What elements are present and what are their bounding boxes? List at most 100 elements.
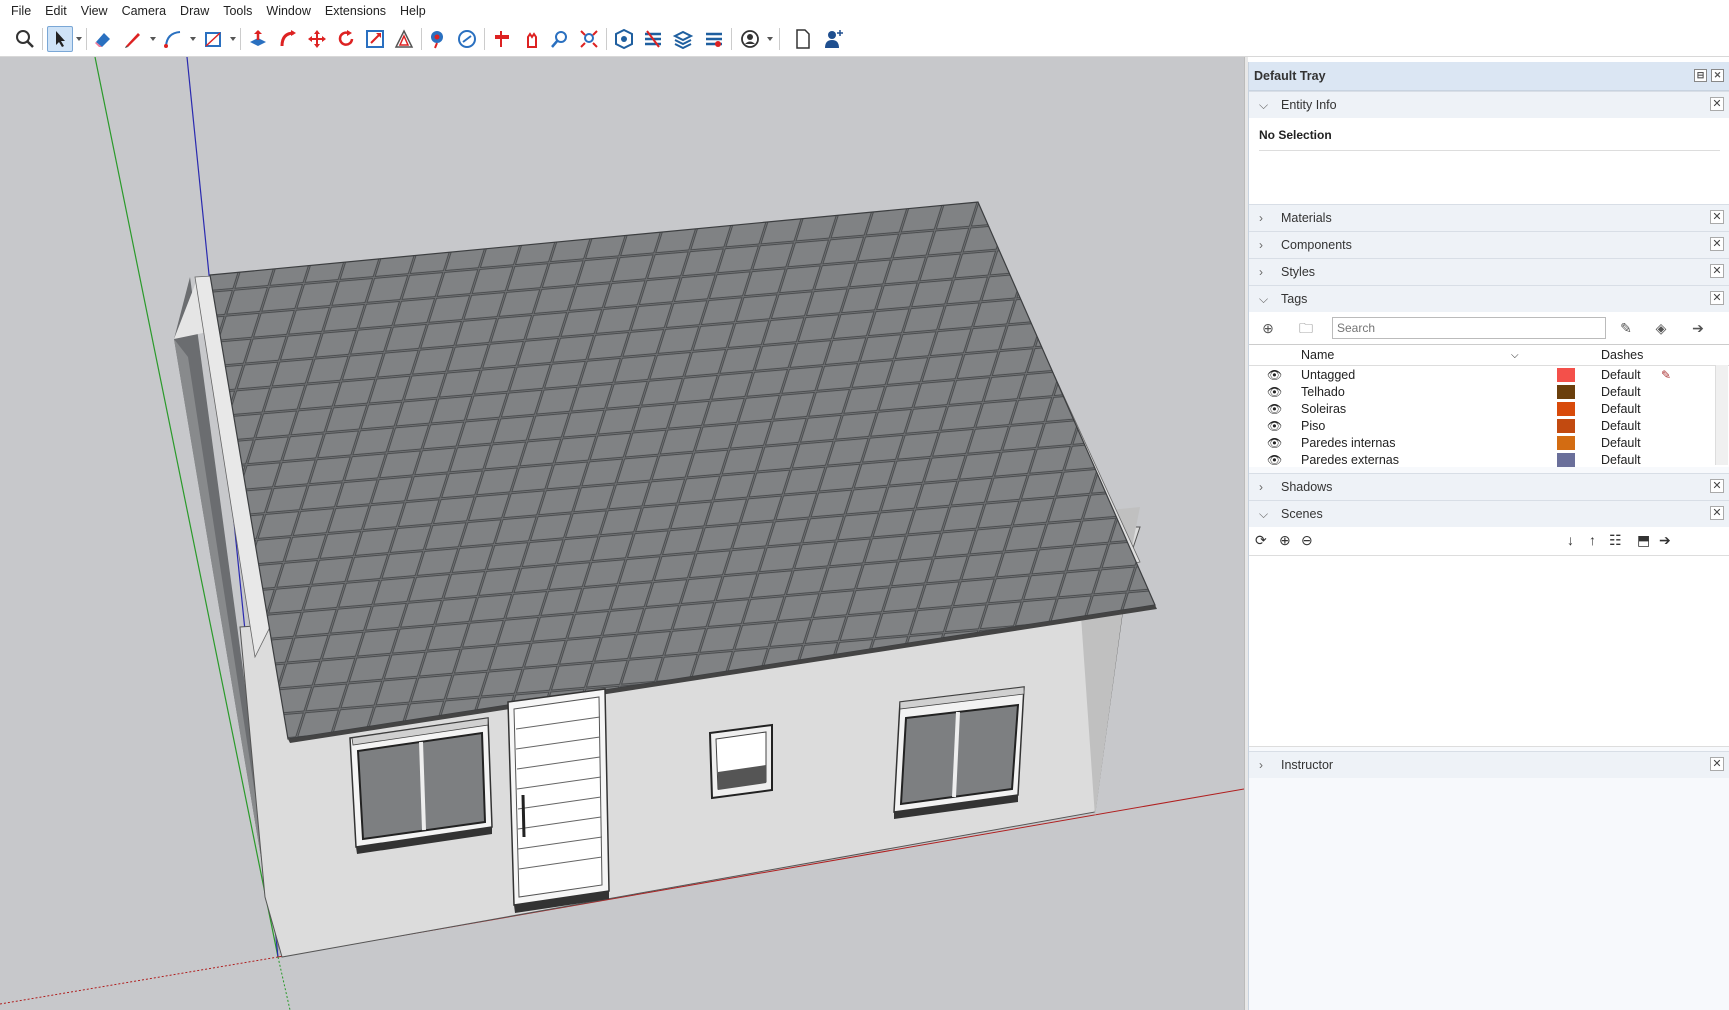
tag-color-swatch[interactable] — [1557, 384, 1575, 399]
details-arrow-icon[interactable]: ➔ — [1659, 532, 1671, 549]
close-icon[interactable]: ✕ — [1710, 291, 1724, 305]
view-options-icon[interactable]: ☷ — [1609, 532, 1622, 549]
panel-styles[interactable]: › Styles ✕ — [1249, 258, 1729, 285]
close-icon[interactable]: ✕ — [1710, 237, 1724, 251]
menu-camera[interactable]: Camera — [115, 0, 173, 22]
panel-instructor[interactable]: › Instructor ✕ — [1249, 751, 1729, 778]
menu-help[interactable]: Help — [393, 0, 433, 22]
tag-dashes[interactable]: Default — [1601, 453, 1641, 467]
visibility-eye-icon[interactable]: 👁 — [1267, 436, 1282, 450]
walk-icon[interactable] — [518, 26, 544, 52]
tag-name[interactable]: Untagged — [1301, 368, 1355, 382]
tag-name[interactable]: Paredes externas — [1301, 453, 1399, 467]
visibility-eye-icon[interactable]: 👁 — [1267, 368, 1282, 382]
layout-send-icon[interactable] — [670, 26, 696, 52]
remove-scene-icon[interactable]: ⊖ — [1301, 532, 1313, 549]
move-up-icon[interactable]: ↑ — [1589, 532, 1596, 548]
search-icon[interactable] — [12, 26, 38, 52]
close-icon[interactable]: ✕ — [1711, 69, 1724, 82]
close-icon[interactable]: ✕ — [1710, 97, 1724, 111]
chevron-down-icon[interactable] — [190, 36, 196, 42]
close-icon[interactable]: ✕ — [1710, 479, 1724, 493]
close-icon[interactable]: ✕ — [1710, 757, 1724, 771]
close-icon[interactable]: ✕ — [1710, 210, 1724, 224]
add-tag-icon[interactable]: ⊕ — [1259, 319, 1277, 337]
pencil-line-icon[interactable] — [120, 26, 146, 52]
select-arrow-icon[interactable] — [47, 26, 73, 52]
tag-dashes[interactable]: Default — [1601, 368, 1641, 382]
close-icon[interactable]: ✕ — [1710, 264, 1724, 278]
visibility-eye-icon[interactable]: 👁 — [1267, 402, 1282, 416]
tags-scrollbar[interactable] — [1715, 365, 1728, 465]
chevron-down-icon[interactable] — [76, 36, 82, 42]
refresh-icon[interactable]: ⟳ — [1255, 532, 1267, 549]
move-icon[interactable] — [304, 26, 330, 52]
tag-dashes[interactable]: Default — [1601, 436, 1641, 450]
panel-scenes[interactable]: ⌵ Scenes ✕ — [1249, 500, 1729, 527]
text-label-icon[interactable] — [454, 26, 480, 52]
visibility-eye-icon[interactable]: 👁 — [1267, 453, 1282, 467]
tag-row[interactable]: 👁 Soleiras Default — [1249, 400, 1729, 417]
pin-icon[interactable]: ⊟ — [1694, 69, 1707, 82]
chevron-down-icon[interactable] — [767, 36, 773, 42]
rotate-icon[interactable] — [333, 26, 359, 52]
warehouse-icon[interactable] — [611, 26, 637, 52]
tag-row[interactable]: 👁 Paredes externas Default — [1249, 451, 1729, 468]
eraser-icon[interactable] — [90, 26, 116, 52]
tag-color-swatch[interactable] — [1557, 401, 1575, 416]
column-name[interactable]: Name — [1301, 348, 1334, 362]
menu-edit[interactable]: Edit — [38, 0, 74, 22]
scale-icon[interactable] — [362, 26, 388, 52]
tag-color-swatch[interactable] — [1557, 452, 1575, 467]
tag-row[interactable]: 👁 Untagged Default ✎ — [1249, 366, 1729, 383]
chevron-down-icon[interactable] — [150, 36, 156, 42]
visibility-eye-icon[interactable]: 👁 — [1267, 385, 1282, 399]
chevron-down-icon[interactable] — [230, 36, 236, 42]
menu-view[interactable]: View — [74, 0, 115, 22]
profile-icon[interactable] — [737, 26, 763, 52]
column-dashes[interactable]: Dashes — [1601, 348, 1643, 362]
menu-draw[interactable]: Draw — [173, 0, 216, 22]
menu-file[interactable]: File — [0, 0, 38, 22]
panel-tags[interactable]: ⌵ Tags ✕ — [1249, 285, 1729, 312]
tag-dashes[interactable]: Default — [1601, 385, 1641, 399]
extension-manager-icon[interactable] — [701, 26, 727, 52]
panel-components[interactable]: › Components ✕ — [1249, 231, 1729, 258]
follow-me-icon[interactable] — [275, 26, 301, 52]
tag-row[interactable]: 👁 Telhado Default — [1249, 383, 1729, 400]
extension-warehouse-icon[interactable] — [640, 26, 666, 52]
details-arrow-icon[interactable]: ➔ — [1689, 319, 1707, 337]
tags-search-input[interactable] — [1332, 317, 1606, 339]
tag-dashes[interactable]: Default — [1601, 419, 1641, 433]
menu-tools[interactable]: Tools — [216, 0, 259, 22]
chevron-down-icon[interactable]: ⌵ — [1511, 350, 1519, 361]
close-icon[interactable]: ✕ — [1710, 506, 1724, 520]
zoom-extents-icon[interactable] — [576, 26, 602, 52]
scene-settings-icon[interactable]: ⬒ — [1637, 532, 1650, 549]
scenes-list[interactable] — [1249, 556, 1729, 747]
tag-color-icon[interactable]: ◈ — [1652, 319, 1670, 337]
zoom-icon[interactable] — [547, 26, 573, 52]
tag-color-swatch[interactable] — [1557, 435, 1575, 450]
tape-measure-icon[interactable] — [425, 26, 451, 52]
tag-name[interactable]: Soleiras — [1301, 402, 1346, 416]
add-scene-icon[interactable]: ⊕ — [1279, 532, 1291, 549]
add-folder-icon[interactable]: 🗀 — [1297, 319, 1315, 337]
paint-tag-icon[interactable]: ✎ — [1617, 319, 1635, 337]
offset-icon[interactable] — [391, 26, 417, 52]
new-file-icon[interactable] — [790, 26, 816, 52]
arc-icon[interactable] — [160, 26, 186, 52]
move-down-icon[interactable]: ↓ — [1567, 532, 1574, 548]
tag-color-swatch[interactable] — [1557, 418, 1575, 433]
tag-name[interactable]: Telhado — [1301, 385, 1345, 399]
push-pull-icon[interactable] — [245, 26, 271, 52]
visibility-eye-icon[interactable]: 👁 — [1267, 419, 1282, 433]
tag-color-swatch[interactable] — [1557, 367, 1575, 382]
section-plane-icon[interactable] — [489, 26, 515, 52]
tag-name[interactable]: Piso — [1301, 419, 1325, 433]
tag-name[interactable]: Paredes internas — [1301, 436, 1396, 450]
model-viewport[interactable] — [0, 57, 1244, 1010]
add-user-icon[interactable] — [820, 26, 846, 52]
tag-row[interactable]: 👁 Piso Default — [1249, 417, 1729, 434]
menu-extensions[interactable]: Extensions — [318, 0, 393, 22]
